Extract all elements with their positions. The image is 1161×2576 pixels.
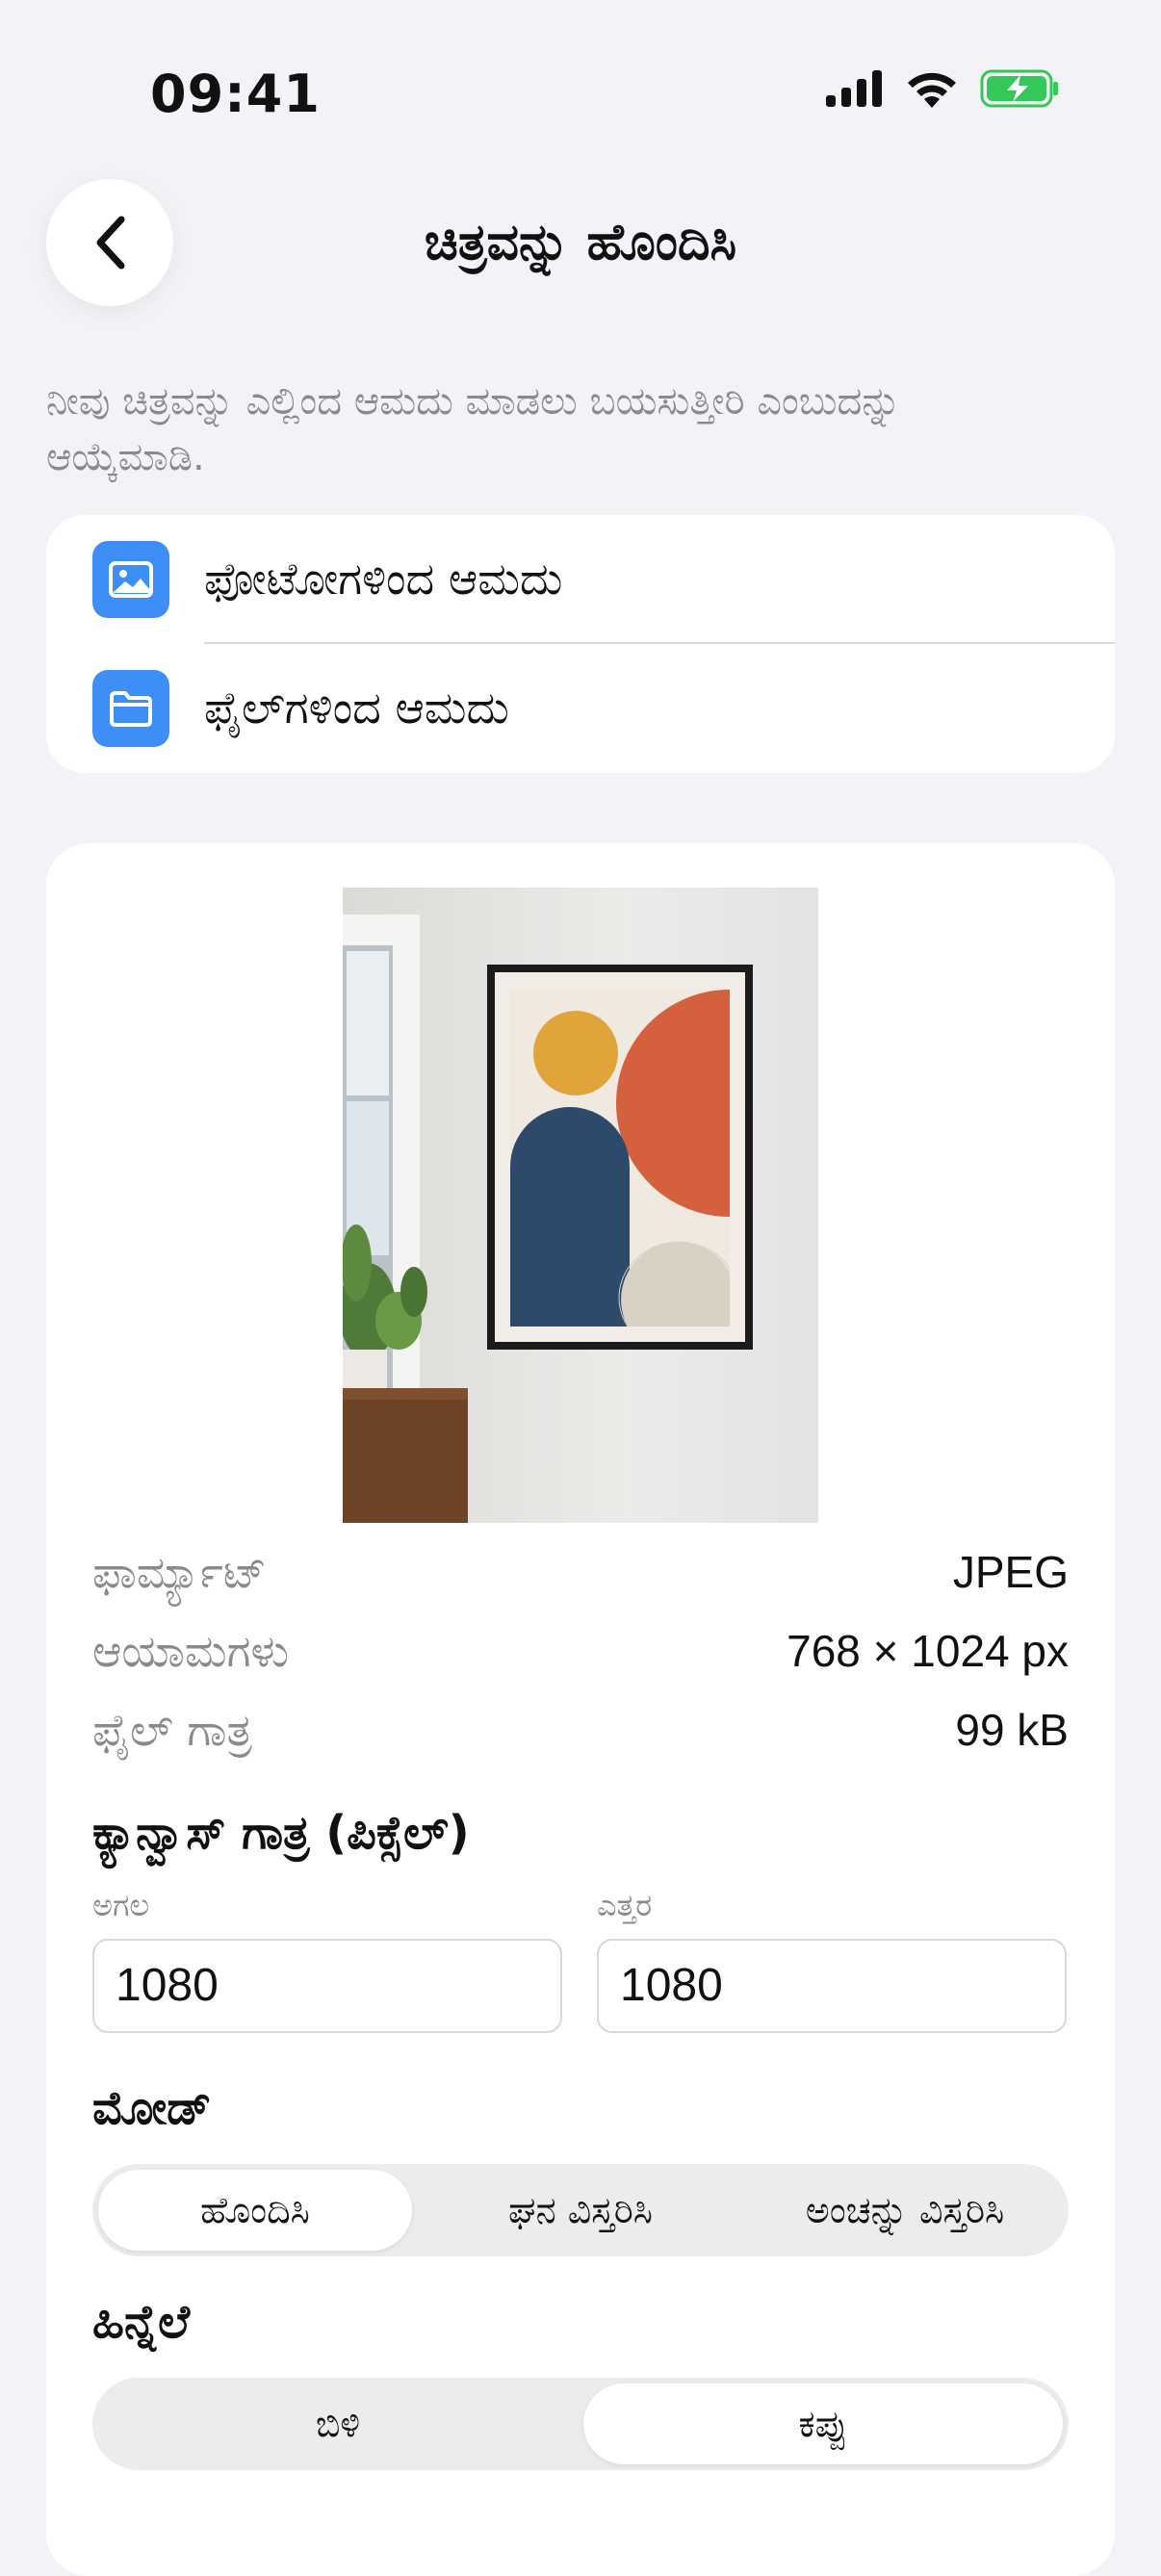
intro-text: ನೀವು ಚಿತ್ರವನ್ನು ಎಲ್ಲಿಂದ ಆಮದು ಮಾಡಲು ಬಯಸುತ…	[46, 379, 901, 479]
battery-charging-icon	[980, 69, 1058, 108]
dimensions-row: ಆಯಾಮಗಳು 768 × 1024 px	[92, 1625, 1069, 1692]
background-option-black[interactable]: ಕಪ್ಪು	[583, 2383, 1063, 2464]
image-settings-card: ಫಾರ್ಮ್ಯಾಟ್ JPEG ಆಯಾಮಗಳು 768 × 1024 px ಫೈ…	[46, 843, 1115, 2576]
cellular-signal-icon	[826, 70, 882, 107]
import-from-photos-row[interactable]: ಫೋಟೋಗಳಿಂದ ಆಮದು	[46, 515, 1115, 644]
dimensions-label: ಆಯಾಮಗಳು	[92, 1625, 290, 1677]
width-input[interactable]: 1080	[92, 1939, 562, 2033]
status-icons	[824, 69, 1061, 108]
import-from-files-row[interactable]: ಫೈಲ್‌ಗಳಿಂದ ಆಮದು	[46, 644, 1115, 773]
canvas-size-title: ಕ್ಯಾನ್ವಾಸ್ ಗಾತ್ರ (ಪಿಕ್ಸೆಲ್)	[92, 1806, 470, 1860]
width-label: ಅಗಲ	[92, 1887, 150, 1923]
image-preview	[343, 888, 818, 1523]
background-title: ಹಿನ್ನೆಲೆ	[92, 2295, 191, 2349]
dimensions-value: 768 × 1024 px	[787, 1626, 1069, 1676]
photo-icon	[92, 541, 169, 618]
status-bar: 09:41	[0, 0, 1161, 183]
mode-option-fit[interactable]: ಹೊಂದಿಸಿ	[98, 2170, 412, 2251]
mode-option-solid-extend[interactable]: ಘನ ವಿಸ್ತರಿಸಿ	[420, 2170, 741, 2251]
mode-segmented-control: ಹೊಂದಿಸಿ ಘನ ವಿಸ್ತರಿಸಿ ಅಂಚನ್ನು ವಿಸ್ತರಿಸಿ	[92, 2164, 1069, 2256]
folder-icon	[92, 670, 169, 747]
file-size-value: 99 kB	[955, 1705, 1069, 1755]
height-input[interactable]: 1080	[597, 1939, 1067, 2033]
format-row: ಫಾರ್ಮ್ಯಾಟ್ JPEG	[92, 1546, 1069, 1613]
background-segmented-control: ಬಿಳಿ ಕಪ್ಪು	[92, 2378, 1069, 2470]
mode-title: ಮೋಡ್	[92, 2081, 212, 2135]
import-source-list: ಫೋಟೋಗಳಿಂದ ಆಮದು ಫೈಲ್‌ಗಳಿಂದ ಆಮದು	[46, 515, 1115, 773]
status-time: 09:41	[150, 64, 321, 124]
page-title: ಚಿತ್ರವನ್ನು ಹೊಂದಿಸಿ	[424, 214, 737, 271]
file-size-label: ಫೈಲ್ ಗಾತ್ರ	[92, 1704, 252, 1756]
file-size-row: ಫೈಲ್ ಗಾತ್ರ 99 kB	[92, 1704, 1069, 1771]
height-label: ಎತ್ತರ	[597, 1887, 653, 1923]
import-from-files-label: ಫೈಲ್‌ಗಳಿಂದ ಆಮದು	[204, 682, 509, 734]
import-from-photos-label: ಫೋಟೋಗಳಿಂದ ಆಮದು	[204, 553, 563, 605]
background-option-white[interactable]: ಬಿಳಿ	[98, 2383, 578, 2464]
mode-option-edge-extend[interactable]: ಅಂಚನ್ನು ವಿಸ್ತರಿಸಿ	[747, 2170, 1063, 2251]
format-value: JPEG	[952, 1547, 1069, 1597]
wifi-icon	[908, 72, 956, 108]
format-label: ಫಾರ್ಮ್ಯಾಟ್	[92, 1546, 267, 1598]
